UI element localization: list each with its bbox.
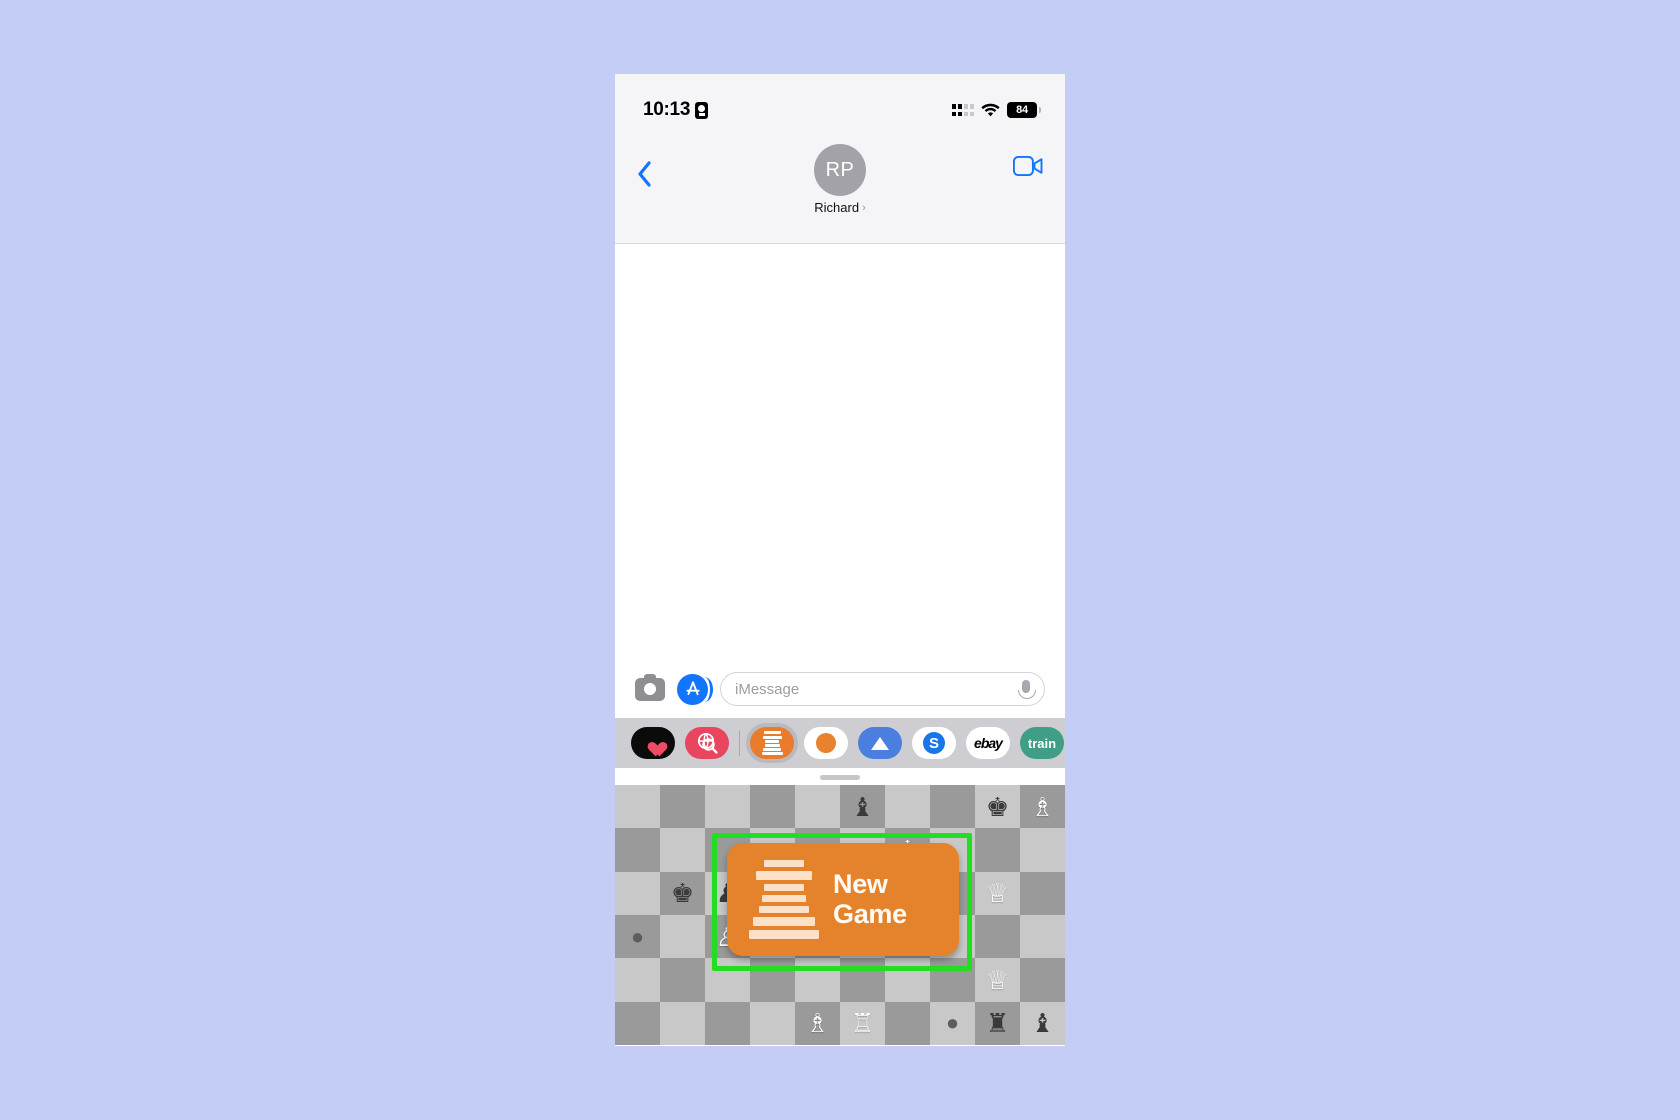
status-bar-right: 84: [952, 102, 1041, 118]
message-input[interactable]: iMessage: [720, 672, 1045, 706]
board-square[interactable]: [660, 1001, 705, 1045]
black-king[interactable]: ♚: [986, 794, 1009, 820]
contact-block[interactable]: RP Richard ›: [615, 144, 1065, 215]
status-bar-left: 10:13: [643, 99, 709, 121]
drawer-divider: [739, 730, 740, 756]
chess-rook-icon: [761, 731, 783, 755]
board-square[interactable]: [885, 1001, 930, 1045]
chevron-right-icon: ›: [862, 201, 866, 214]
black-bishop[interactable]: ♝: [851, 794, 874, 820]
white-bishop[interactable]: ♗: [1031, 794, 1054, 820]
board-square[interactable]: ♚: [660, 871, 705, 915]
apple-music-icon[interactable]: [631, 727, 675, 759]
imessage-app-drawer[interactable]: S ebay train: [615, 718, 1065, 768]
phone-screen: 10:13 84 RP Richard › iMessage S ebay tr…: [615, 74, 1065, 1046]
home-bar: [615, 1045, 1065, 1046]
message-list[interactable]: [615, 244, 1065, 664]
message-placeholder: iMessage: [735, 680, 800, 698]
board-square[interactable]: [705, 785, 750, 829]
board-square[interactable]: [615, 958, 660, 1002]
board-square[interactable]: ♜: [975, 1001, 1020, 1045]
board-square[interactable]: ♗: [795, 1001, 840, 1045]
app-store-search-icon[interactable]: [685, 727, 729, 759]
board-square[interactable]: [615, 1001, 660, 1045]
board-square[interactable]: [795, 785, 840, 829]
board-square[interactable]: [660, 914, 705, 959]
board-square[interactable]: ♚: [975, 785, 1020, 829]
up-arrow-icon: [871, 736, 889, 750]
board-square[interactable]: [660, 785, 705, 829]
board-square[interactable]: [975, 914, 1020, 959]
microphone-icon[interactable]: [1018, 680, 1036, 699]
shazam-icon[interactable]: S: [912, 727, 956, 759]
bomb-piece[interactable]: ●: [631, 925, 644, 948]
orange-circle-app-icon[interactable]: [804, 727, 848, 759]
board-square[interactable]: [615, 785, 660, 829]
board-square[interactable]: [705, 1001, 750, 1045]
board-square[interactable]: ♕: [975, 958, 1020, 1002]
ebay-icon[interactable]: ebay: [966, 727, 1010, 759]
new-game-label-line1: New: [833, 869, 888, 900]
board-square[interactable]: [660, 958, 705, 1002]
drag-handle[interactable]: [820, 775, 860, 780]
white-queen[interactable]: ♕: [986, 967, 1009, 993]
board-square[interactable]: [615, 871, 660, 915]
board-square[interactable]: ●: [615, 914, 660, 959]
trainline-icon[interactable]: train: [1020, 727, 1064, 759]
ebay-label: ebay: [974, 735, 1003, 751]
board-square[interactable]: ●: [930, 1001, 975, 1045]
white-queen[interactable]: ♕: [986, 880, 1009, 906]
battery-indicator: 84: [1007, 102, 1041, 118]
avatar-initials: RP: [825, 158, 855, 181]
board-square[interactable]: [750, 785, 795, 829]
record-badge-icon: [695, 101, 709, 119]
contact-name-row[interactable]: Richard ›: [814, 200, 865, 215]
bomb-piece[interactable]: ●: [946, 1012, 959, 1034]
board-square[interactable]: ♝: [840, 785, 885, 829]
nordvpn-icon[interactable]: [858, 727, 902, 759]
avatar[interactable]: RP: [814, 144, 866, 196]
contact-name: Richard: [814, 200, 860, 215]
shazam-swirl-icon: S: [923, 732, 945, 754]
board-square[interactable]: ♝: [1020, 1001, 1065, 1045]
battery-level: 84: [1016, 104, 1028, 116]
conversation-header: RP Richard ›: [615, 134, 1065, 244]
board-square[interactable]: [660, 828, 705, 872]
board-square[interactable]: ♕: [975, 871, 1020, 915]
white-bishop[interactable]: ♗: [806, 1010, 829, 1036]
board-square[interactable]: [975, 828, 1020, 872]
new-game-button[interactable]: New Game: [727, 843, 959, 956]
board-square[interactable]: [930, 785, 975, 829]
board-square[interactable]: ♗: [1020, 785, 1065, 829]
board-square[interactable]: [1020, 871, 1065, 915]
chess-rook-icon: [749, 860, 819, 939]
board-square[interactable]: [750, 1001, 795, 1045]
heart-icon: [645, 736, 662, 751]
globe-search-icon: [695, 731, 719, 755]
new-game-label: New Game: [833, 870, 907, 928]
black-king[interactable]: ♚: [671, 880, 694, 906]
board-square[interactable]: [1020, 828, 1065, 872]
wifi-icon: [981, 103, 1000, 117]
message-input-bar: iMessage: [615, 664, 1065, 718]
board-square[interactable]: [1020, 914, 1065, 959]
status-time: 10:13: [643, 99, 691, 120]
chess-app-icon[interactable]: [750, 727, 794, 759]
black-rook[interactable]: ♜: [986, 1010, 1009, 1036]
orange-dot-icon: [816, 733, 836, 753]
white-rook[interactable]: ♖: [851, 1010, 874, 1036]
board-square[interactable]: [615, 828, 660, 872]
cellular-bars-icon: [952, 104, 974, 116]
board-square[interactable]: ♖: [840, 1001, 885, 1045]
new-game-label-line2: Game: [833, 898, 907, 929]
app-store-icon[interactable]: [677, 673, 713, 705]
status-bar: 10:13 84: [615, 74, 1065, 134]
trainline-label: train: [1027, 735, 1057, 751]
camera-icon[interactable]: [635, 673, 665, 701]
black-bishop[interactable]: ♝: [1031, 1010, 1054, 1036]
board-square[interactable]: [885, 785, 930, 829]
board-square[interactable]: [1020, 958, 1065, 1002]
chess-extension-panel: ♝♚♗♔♚♟♕●♙♕♗♖●♜♝ New Game: [615, 768, 1065, 1045]
